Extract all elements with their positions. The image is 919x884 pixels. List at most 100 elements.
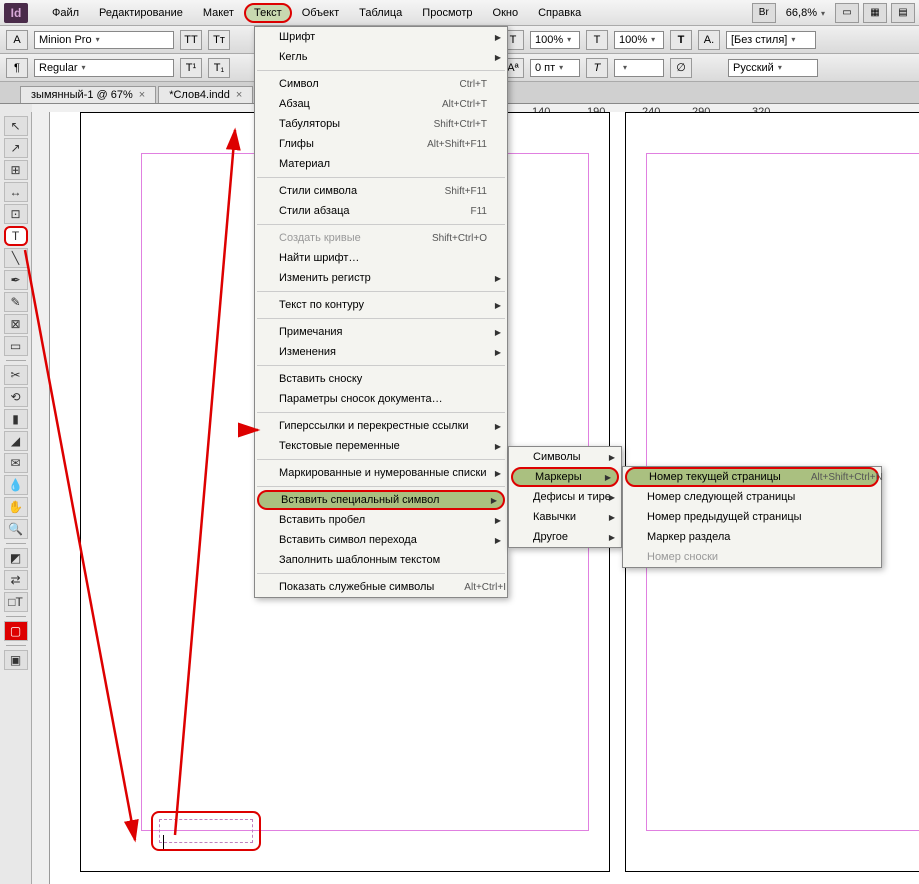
menu-item[interactable]: Материал — [255, 154, 507, 174]
menu-item[interactable]: Стили символаShift+F11 — [255, 181, 507, 201]
close-icon[interactable]: × — [139, 89, 145, 101]
menu-object[interactable]: Объект — [292, 3, 349, 23]
arrange-icon[interactable]: ▦ — [863, 3, 887, 23]
bold-icon[interactable]: T — [670, 30, 692, 50]
text-frame[interactable] — [151, 811, 261, 851]
zoom-level[interactable]: 66,8% — [780, 7, 831, 19]
submenu-item[interactable]: Маркер раздела — [623, 527, 881, 547]
ruler-vertical[interactable] — [32, 112, 50, 884]
font-family-input[interactable]: Minion Pro — [34, 31, 174, 49]
menu-item[interactable]: Показать служебные символыAlt+Ctrl+I — [255, 577, 507, 597]
language-input[interactable]: Русский — [728, 59, 818, 77]
menu-table[interactable]: Таблица — [349, 3, 412, 23]
menu-view[interactable]: Просмотр — [412, 3, 482, 23]
menu-item[interactable]: Параметры сносок документа… — [255, 389, 507, 409]
submenu-item[interactable]: Номер следующей страницы — [623, 487, 881, 507]
swap-fill-icon[interactable]: ⇄ — [4, 570, 28, 590]
rect-tool-icon[interactable]: ▭ — [4, 336, 28, 356]
submenu-item[interactable]: Символы▶ — [509, 447, 621, 467]
char-format-icon[interactable]: A — [6, 30, 28, 50]
menu-item[interactable]: Вставить специальный символ▶ — [257, 490, 505, 510]
menu-help[interactable]: Справка — [528, 3, 591, 23]
menu-item[interactable]: Текст по контуру▶ — [255, 295, 507, 315]
skew-input[interactable] — [614, 59, 664, 77]
scale-v-input[interactable]: 100% — [614, 31, 664, 49]
menu-item[interactable]: Вставить символ перехода▶ — [255, 530, 507, 550]
menu-item[interactable]: Шрифт▶ — [255, 27, 507, 47]
note-tool-icon[interactable]: ✉ — [4, 453, 28, 473]
strike-icon[interactable]: ∅ — [670, 58, 692, 78]
menu-item[interactable]: Текстовые переменные▶ — [255, 436, 507, 456]
char-style-input[interactable]: [Без стиля] — [726, 31, 816, 49]
gap-tool-icon[interactable]: ↔ — [4, 182, 28, 202]
direct-select-tool-icon[interactable]: ↗ — [4, 138, 28, 158]
menu-edit[interactable]: Редактирование — [89, 3, 193, 23]
menu-text-dropdown: Шрифт▶Кегль▶СимволCtrl+TАбзацAlt+Ctrl+TТ… — [254, 26, 508, 598]
font-style-input[interactable]: Regular — [34, 59, 174, 77]
submenu-markers: Номер текущей страницыAlt+Shift+Ctrl+NНо… — [622, 466, 882, 568]
close-icon[interactable]: × — [236, 89, 242, 101]
menu-layout[interactable]: Макет — [193, 3, 244, 23]
menu-item[interactable]: Стили абзацаF11 — [255, 201, 507, 221]
menu-file[interactable]: Файл — [42, 3, 89, 23]
menubar: Id Файл Редактирование Макет Текст Объек… — [0, 0, 919, 26]
view-mode-icon[interactable]: ▣ — [4, 650, 28, 670]
menu-item[interactable]: ГлифыAlt+Shift+F11 — [255, 134, 507, 154]
gradient-feather-icon[interactable]: ◢ — [4, 431, 28, 451]
workspace-icon[interactable]: ▤ — [891, 3, 915, 23]
default-fill-icon[interactable]: ▢ — [4, 621, 28, 641]
menu-item[interactable]: Найти шрифт… — [255, 248, 507, 268]
menu-item[interactable]: Вставить сноску — [255, 369, 507, 389]
menu-item[interactable]: ТабуляторыShift+Ctrl+T — [255, 114, 507, 134]
transform-tool-icon[interactable]: ⟲ — [4, 387, 28, 407]
para-format-icon[interactable]: ¶ — [6, 58, 28, 78]
tab-doc2[interactable]: *Слов4.indd× — [158, 86, 253, 103]
menu-item[interactable]: Изменения▶ — [255, 342, 507, 362]
submenu-item[interactable]: Другое▶ — [509, 527, 621, 547]
menu-window[interactable]: Окно — [483, 3, 529, 23]
scissors-tool-icon[interactable]: ✂ — [4, 365, 28, 385]
menu-item[interactable]: Примечания▶ — [255, 322, 507, 342]
menu-text[interactable]: Текст — [244, 3, 292, 23]
eyedrop-tool-icon[interactable]: 💧 — [4, 475, 28, 495]
smallcaps-icon[interactable]: Tᴛ — [208, 30, 230, 50]
tt-icon[interactable]: TT — [180, 30, 202, 50]
hand-tool-icon[interactable]: ✋ — [4, 497, 28, 517]
bridge-icon[interactable]: Br — [752, 3, 776, 23]
baseline-input[interactable]: 0 пт — [530, 59, 580, 77]
frame-tool-icon[interactable]: ⊠ — [4, 314, 28, 334]
line-tool-icon[interactable]: ╲ — [4, 248, 28, 268]
super-icon[interactable]: T¹ — [180, 58, 202, 78]
type-tool-icon[interactable]: T — [4, 226, 28, 246]
submenu-item[interactable]: Кавычки▶ — [509, 507, 621, 527]
menu-item[interactable]: АбзацAlt+Ctrl+T — [255, 94, 507, 114]
submenu-item[interactable]: Маркеры▶ — [511, 467, 619, 487]
charstyle-a-icon[interactable]: A. — [698, 30, 720, 50]
pencil-tool-icon[interactable]: ✎ — [4, 292, 28, 312]
screen-mode-icon[interactable]: ▭ — [835, 3, 859, 23]
selection-tool-icon[interactable]: ↖ — [4, 116, 28, 136]
apply-color-icon[interactable]: □T — [4, 592, 28, 612]
menu-item[interactable]: Маркированные и нумерованные списки▶ — [255, 463, 507, 483]
menu-item[interactable]: Вставить пробел▶ — [255, 510, 507, 530]
skew-icon: T — [586, 58, 608, 78]
menu-item[interactable]: Заполнить шаблонным текстом — [255, 550, 507, 570]
fill-stroke-icon[interactable]: ◩ — [4, 548, 28, 568]
page-tool-icon[interactable]: ⊞ — [4, 160, 28, 180]
sub-icon[interactable]: T₁ — [208, 58, 230, 78]
scale-h-input[interactable]: 100% — [530, 31, 580, 49]
menu-item[interactable]: Кегль▶ — [255, 47, 507, 67]
zoom-tool-icon[interactable]: 🔍 — [4, 519, 28, 539]
submenu-item[interactable]: Дефисы и тире▶ — [509, 487, 621, 507]
submenu-item[interactable]: Номер предыдущей страницы — [623, 507, 881, 527]
menu-item[interactable]: СимволCtrl+T — [255, 74, 507, 94]
text-cursor — [163, 835, 164, 849]
menu-item[interactable]: Гиперссылки и перекрестные ссылки▶ — [255, 416, 507, 436]
tab-doc1[interactable]: зымянный-1 @ 67%× — [20, 86, 156, 103]
pen-tool-icon[interactable]: ✒ — [4, 270, 28, 290]
menu-item[interactable]: Изменить регистр▶ — [255, 268, 507, 288]
submenu-special-char: Символы▶Маркеры▶Дефисы и тире▶Кавычки▶Др… — [508, 446, 622, 548]
content-tool-icon[interactable]: ⊡ — [4, 204, 28, 224]
gradient-tool-icon[interactable]: ▮ — [4, 409, 28, 429]
submenu-item[interactable]: Номер текущей страницыAlt+Shift+Ctrl+N — [625, 467, 879, 487]
